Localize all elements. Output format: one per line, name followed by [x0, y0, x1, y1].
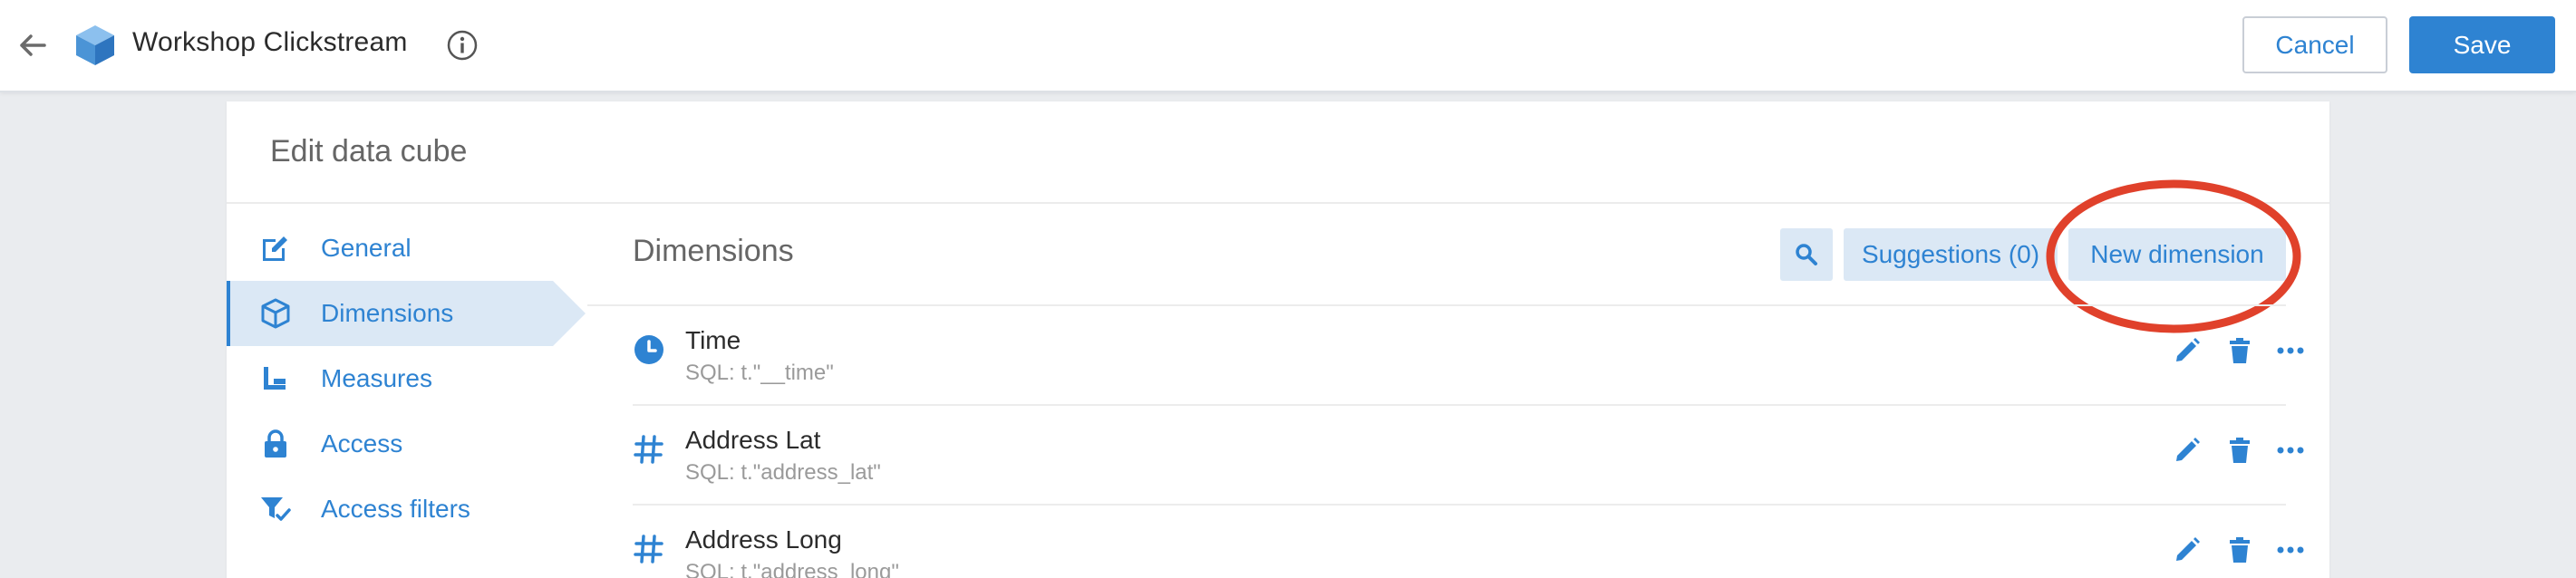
- pencil-icon: [2176, 537, 2200, 561]
- dimension-name: Address Lat: [685, 426, 821, 454]
- edit-icon: [263, 236, 287, 261]
- sidebar-item-measures[interactable]: Measures: [227, 346, 589, 411]
- sidebar-item-label: Access filters: [321, 495, 470, 523]
- edit-panel: Edit data cube General Dimensions Measur…: [227, 101, 2329, 578]
- info-icon[interactable]: [446, 29, 479, 62]
- suggestions-button[interactable]: Suggestions (0): [1844, 228, 2058, 281]
- trash-icon: [2230, 338, 2250, 363]
- dimension-sql: SQL: t."__time": [685, 361, 834, 385]
- panel-header: Edit data cube: [227, 101, 2329, 204]
- app-title: Workshop Clickstream: [132, 27, 408, 57]
- sidebar-item-access-filters[interactable]: Access filters: [227, 477, 589, 542]
- dimension-sql: SQL: t."address_lat": [685, 460, 881, 485]
- pencil-icon: [2176, 438, 2200, 461]
- active-indicator: [227, 281, 230, 346]
- content-title: Dimensions: [633, 234, 794, 268]
- more-button[interactable]: [2273, 333, 2308, 368]
- more-horizontal-icon: [2277, 447, 2304, 454]
- save-button[interactable]: Save: [2409, 16, 2555, 73]
- dimension-row-address-lat[interactable]: Address Lat SQL: t."address_lat": [633, 406, 2304, 506]
- sidebar-item-general[interactable]: General: [227, 216, 589, 281]
- edit-button[interactable]: [2170, 533, 2204, 567]
- sidebar-item-label: Dimensions: [321, 299, 454, 327]
- dimension-row-time[interactable]: Time SQL: t."__time": [633, 306, 2304, 406]
- measures-icon: [264, 367, 286, 390]
- more-button[interactable]: [2273, 533, 2308, 567]
- top-bar: Workshop Clickstream Cancel Save: [0, 0, 2576, 92]
- cube-outline-icon: [261, 298, 290, 329]
- search-icon: [1796, 244, 1817, 265]
- filter-check-icon: [261, 497, 291, 521]
- pencil-icon: [2176, 338, 2200, 361]
- hash-icon: [634, 435, 663, 464]
- dimension-name: Time: [685, 326, 741, 354]
- edit-button[interactable]: [2170, 433, 2204, 467]
- dimension-sql: SQL: t."address_long": [685, 560, 899, 578]
- sidebar-item-label: Access: [321, 429, 403, 458]
- cancel-button[interactable]: Cancel: [2242, 16, 2387, 73]
- more-button[interactable]: [2273, 433, 2308, 467]
- clock-icon: [634, 335, 663, 364]
- trash-icon: [2230, 537, 2250, 563]
- trash-icon: [2230, 438, 2250, 463]
- lock-icon: [265, 429, 286, 458]
- delete-button[interactable]: [2223, 333, 2257, 368]
- sidebar-item-label: Measures: [321, 364, 432, 392]
- cube-icon: [76, 25, 114, 65]
- more-horizontal-icon: [2277, 347, 2304, 354]
- sidebar-item-dimensions[interactable]: Dimensions: [227, 281, 589, 346]
- more-horizontal-icon: [2277, 546, 2304, 554]
- search-button[interactable]: [1780, 228, 1833, 281]
- sidebar-item-label: General: [321, 234, 412, 262]
- panel-title: Edit data cube: [270, 134, 468, 169]
- delete-button[interactable]: [2223, 433, 2257, 467]
- dimension-name: Address Long: [685, 525, 842, 554]
- dimension-row-address-long[interactable]: Address Long SQL: t."address_long": [633, 506, 2304, 578]
- hash-icon: [634, 535, 663, 564]
- new-dimension-button[interactable]: New dimension: [2068, 228, 2286, 281]
- sidebar-item-access[interactable]: Access: [227, 411, 589, 477]
- edit-button[interactable]: [2170, 333, 2204, 368]
- delete-button[interactable]: [2223, 533, 2257, 567]
- arrow-left-icon: [20, 34, 46, 56]
- back-button[interactable]: [13, 25, 53, 65]
